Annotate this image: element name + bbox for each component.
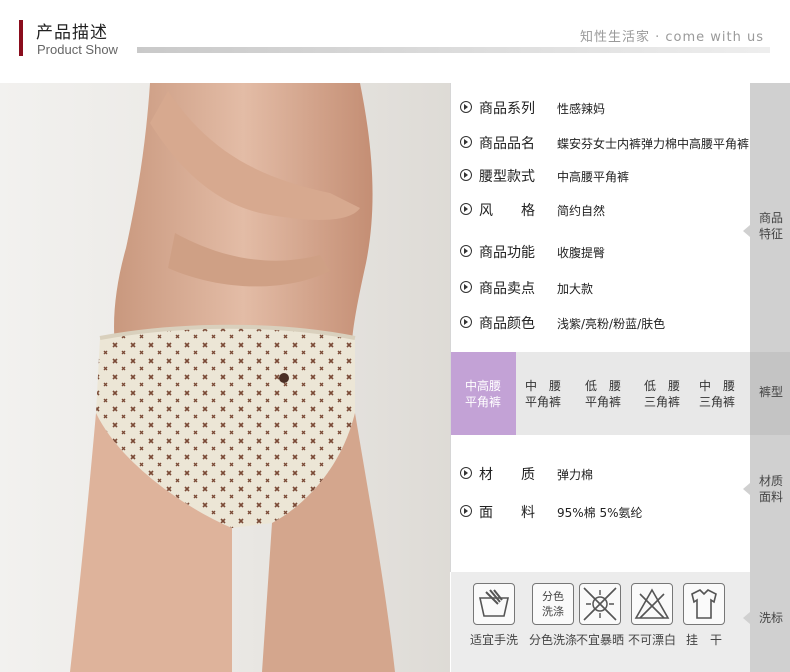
no-sun-icon xyxy=(579,583,621,625)
material-value: 95%棉 5%氨纶 xyxy=(557,506,643,520)
features-side-tab: 商品特征 xyxy=(743,83,790,352)
material-side-label: 材质面料 xyxy=(758,474,783,504)
waist-option-line1: 中 腰 xyxy=(698,379,735,393)
waist-side-label: 裤型 xyxy=(758,385,783,399)
features-side-label: 商品特征 xyxy=(758,211,783,241)
feature-label: 商品系列 xyxy=(479,101,535,117)
waist-option-selected[interactable]: 中高腰 平角裤 xyxy=(457,378,509,410)
hand-wash-icon xyxy=(473,583,515,625)
material-value: 弹力棉 xyxy=(557,468,594,482)
features-side-arrow xyxy=(743,225,750,237)
bullet-arrow-icon xyxy=(460,203,472,215)
care-caption: 挂 干 xyxy=(685,633,722,647)
page-title: 产品描述 xyxy=(36,23,108,43)
feature-value: 收腹提臀 xyxy=(557,246,606,260)
care-panel: 适宜手洗 分色洗涤 分色洗涤 不宜暴晒 不可漂白 挂 干 xyxy=(451,572,750,672)
separate-wash-icon: 分色洗涤 xyxy=(532,583,574,625)
model-illustration xyxy=(70,83,395,672)
feature-label: 腰型款式 xyxy=(479,169,535,185)
separate-wash-text: 分色洗涤 xyxy=(542,590,564,618)
waist-option-line1: 低 腰 xyxy=(584,379,621,393)
waist-option-line1: 中 腰 xyxy=(524,379,561,393)
feature-label: 商品卖点 xyxy=(479,281,535,297)
waist-option-line1: 中高腰 xyxy=(464,379,501,393)
product-photo xyxy=(0,83,450,672)
care-side-label: 洗标 xyxy=(758,611,783,625)
feature-value: 蝶安芬女士内裤弹力棉中高腰平角裤 xyxy=(557,137,750,151)
care-caption: 不宜暴晒 xyxy=(575,633,624,647)
feature-value: 浅紫/亮粉/粉蓝/肤色 xyxy=(557,317,666,331)
feature-value: 加大款 xyxy=(557,282,594,296)
care-caption: 不可漂白 xyxy=(627,633,676,647)
material-side-arrow xyxy=(743,483,750,495)
waist-option[interactable]: 低 腰平角裤 xyxy=(577,378,629,410)
care-side-arrow xyxy=(743,612,750,624)
feature-value: 中高腰平角裤 xyxy=(557,170,630,184)
brand-slogan: 知性生活家 · come with us xyxy=(579,30,764,45)
section-divider xyxy=(450,83,451,572)
waist-option-line2: 三角裤 xyxy=(643,395,680,409)
feature-label: 商品颜色 xyxy=(479,316,535,332)
waist-option-line1: 低 腰 xyxy=(643,379,680,393)
feature-value: 性感辣妈 xyxy=(557,102,606,116)
waist-option-selected-bg: 中高腰 平角裤 xyxy=(451,352,516,435)
care-side-tab: 洗标 xyxy=(743,572,790,672)
bullet-arrow-icon xyxy=(460,505,472,517)
header-divider xyxy=(137,47,770,53)
material-label: 材 质 xyxy=(479,467,535,483)
bullet-arrow-icon xyxy=(460,467,472,479)
bullet-arrow-icon xyxy=(460,101,472,113)
waist-option[interactable]: 中 腰平角裤 xyxy=(517,378,569,410)
waist-option-line2: 平角裤 xyxy=(584,395,621,409)
bullet-arrow-icon xyxy=(460,281,472,293)
feature-label: 商品功能 xyxy=(479,245,535,261)
care-caption: 适宜手洗 xyxy=(469,633,518,647)
bullet-arrow-icon xyxy=(460,245,472,257)
waist-option[interactable]: 中 腰三角裤 xyxy=(691,378,743,410)
feature-label: 风 格 xyxy=(479,203,535,219)
waist-option-line2: 平角裤 xyxy=(524,395,561,409)
bullet-arrow-icon xyxy=(460,316,472,328)
header-accent-bar xyxy=(19,20,23,56)
feature-label: 商品品名 xyxy=(479,136,535,152)
feature-value: 简约自然 xyxy=(557,204,606,218)
waist-side-tab: 裤型 xyxy=(750,352,790,435)
bullet-arrow-icon xyxy=(460,169,472,181)
material-side-tab: 材质面料 xyxy=(743,435,790,572)
hang-dry-icon xyxy=(683,583,725,625)
material-label: 面 料 xyxy=(479,505,535,521)
no-bleach-icon xyxy=(631,583,673,625)
waist-option-line2: 平角裤 xyxy=(464,395,501,409)
waist-type-panel: 中高腰平角裤 中 腰平角裤 低 腰平角裤 低 腰三角裤 中 腰三角裤 xyxy=(451,352,750,435)
waist-option[interactable]: 低 腰三角裤 xyxy=(636,378,688,410)
waist-option-line2: 三角裤 xyxy=(698,395,735,409)
page-subtitle: Product Show xyxy=(37,42,118,57)
bullet-arrow-icon xyxy=(460,136,472,148)
